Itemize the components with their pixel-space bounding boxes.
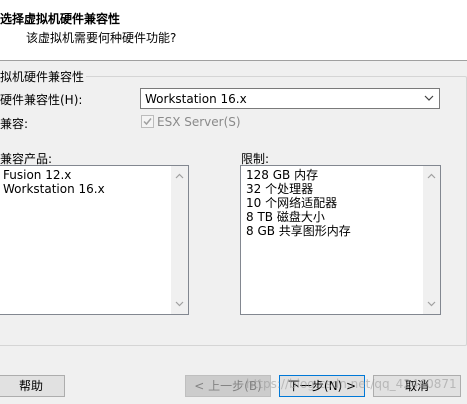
- products-list[interactable]: Fusion 12.x Workstation 16.x: [0, 165, 189, 315]
- compat2-label: 兼容:: [0, 117, 29, 131]
- scroll-up-icon[interactable]: [174, 172, 185, 180]
- list-item[interactable]: Workstation 16.x: [3, 182, 188, 196]
- compat-select-value: Workstation 16.x: [145, 92, 247, 106]
- esx-checkbox[interactable]: [141, 115, 154, 128]
- group-label: 拟机硬件兼容性: [0, 68, 87, 85]
- scroll-down-icon[interactable]: [174, 300, 185, 308]
- help-button[interactable]: 帮助: [0, 375, 65, 397]
- list-item: 128 GB 内存: [246, 168, 319, 182]
- check-icon: [143, 118, 152, 126]
- chevron-down-icon: [424, 95, 434, 101]
- list-item: 32 个处理器: [246, 182, 314, 196]
- page-subtitle: 该虚拟机需要何种硬件功能?: [26, 31, 177, 45]
- list-item: 10 个网络适配器: [246, 196, 338, 210]
- esx-checkbox-label: ESX Server(S): [157, 115, 241, 129]
- header-divider: [0, 60, 467, 61]
- back-button[interactable]: < 上一步(B): [185, 375, 271, 397]
- compat-select[interactable]: Workstation 16.x: [140, 88, 440, 109]
- list-item[interactable]: Fusion 12.x: [3, 168, 188, 182]
- cancel-button[interactable]: 取消: [373, 375, 461, 397]
- next-button[interactable]: 下一步(N) >: [279, 375, 365, 397]
- page-title: 选择虚拟机硬件兼容性: [0, 12, 121, 26]
- list-item: 8 TB 磁盘大小: [246, 210, 325, 224]
- scroll-down-icon[interactable]: [426, 300, 437, 308]
- limits-scrollbar[interactable]: [423, 166, 440, 314]
- list-item: 8 GB 共享图形内存: [246, 224, 351, 238]
- scroll-up-icon[interactable]: [426, 172, 437, 180]
- limits-list[interactable]: 128 GB 内存 32 个处理器 10 个网络适配器 8 TB 磁盘大小 8 …: [240, 165, 441, 315]
- compat-label: 硬件兼容性(H):: [0, 93, 83, 107]
- wizard-header: 选择虚拟机硬件兼容性 该虚拟机需要何种硬件功能?: [0, 0, 467, 60]
- products-scrollbar[interactable]: [171, 166, 188, 314]
